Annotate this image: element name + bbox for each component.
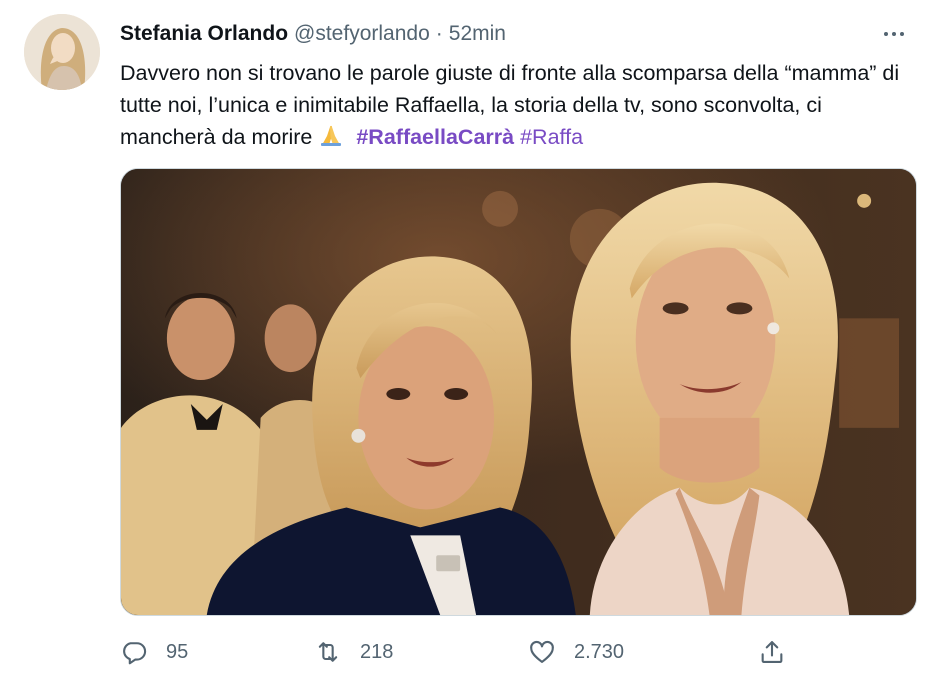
photo-image — [121, 169, 916, 615]
reply-count: 95 — [166, 640, 189, 663]
tweet-text: Davvero non si trovano le parole giuste … — [120, 57, 910, 153]
like-button[interactable]: 2.730 — [528, 634, 624, 670]
retweet-icon — [318, 642, 338, 662]
user-handle[interactable]: @stefyorlando — [294, 20, 430, 48]
display-name[interactable]: Stefania Orlando — [120, 20, 288, 48]
share-icon — [761, 641, 783, 663]
avatar-image — [24, 14, 100, 90]
action-bar: 95 218 2.730 — [120, 634, 917, 670]
hashtag-link[interactable]: #Raffa — [520, 125, 583, 149]
timestamp[interactable]: 52min — [449, 20, 506, 48]
reply-button[interactable]: 95 — [120, 634, 188, 670]
separator-dot: · — [435, 22, 443, 45]
avatar[interactable] — [24, 14, 100, 90]
tweet-photo[interactable] — [120, 168, 917, 616]
share-button[interactable] — [758, 634, 786, 670]
retweet-count: 218 — [360, 640, 394, 663]
tweet-header: Stefania Orlando @stefyorlando · 52min — [120, 20, 912, 48]
tweet[interactable]: Stefania Orlando @stefyorlando · 52min D… — [0, 0, 936, 680]
heart-icon — [530, 640, 554, 663]
hashtag-link[interactable]: #RaffaellaCarrà — [356, 125, 514, 149]
reply-icon — [123, 642, 147, 665]
retweet-button[interactable]: 218 — [314, 634, 393, 670]
like-count: 2.730 — [574, 640, 625, 663]
more-icon[interactable] — [876, 20, 912, 48]
folded-hands-icon — [321, 125, 342, 146]
